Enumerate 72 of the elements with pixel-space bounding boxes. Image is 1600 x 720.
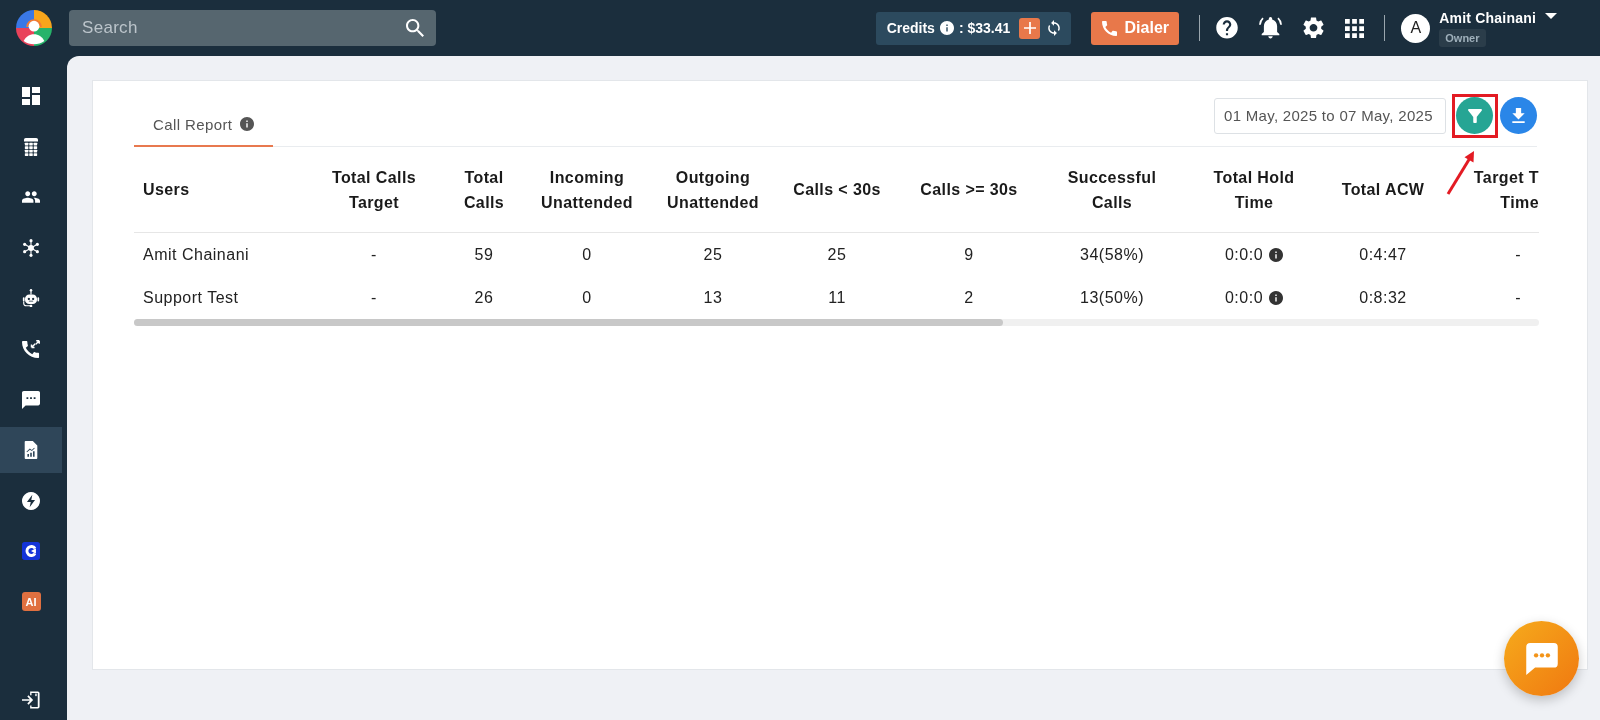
phone-keypad-icon <box>22 137 40 156</box>
column-header: Target T Time <box>1472 167 1539 213</box>
search-field[interactable]: Search <box>69 10 436 46</box>
column-header: Incoming Unattended <box>540 167 634 213</box>
table-cell: - <box>1515 288 1521 307</box>
robot-icon <box>22 289 40 308</box>
phone-icon <box>1101 20 1117 36</box>
download-button[interactable] <box>1500 97 1537 134</box>
add-credits-button[interactable] <box>1019 17 1041 39</box>
credits-amount: : $33.41 <box>958 20 1011 36</box>
table-cell: 13 <box>703 288 723 307</box>
table-cell: 2 <box>964 288 974 307</box>
column-header: Total Calls Target <box>330 167 418 213</box>
info-icon[interactable] <box>1269 290 1284 305</box>
table-cell: 26 <box>474 288 494 307</box>
table-cell: 9 <box>964 245 974 264</box>
column-header: Total ACW <box>1341 180 1425 200</box>
help-icon[interactable] <box>1216 17 1239 39</box>
horizontal-scrollbar[interactable] <box>134 319 1539 326</box>
table-cell: Support Test <box>143 288 239 307</box>
report-icon <box>22 441 40 460</box>
bell-icon[interactable] <box>1259 17 1283 39</box>
table-cell: 0 <box>582 288 592 307</box>
table-cell: 25 <box>703 245 723 264</box>
dashboard-icon <box>22 87 40 105</box>
info-icon <box>939 21 954 35</box>
plus-icon <box>1023 22 1036 34</box>
info-icon[interactable] <box>1269 247 1284 262</box>
download-icon <box>1512 108 1525 123</box>
chat-icon <box>22 390 40 409</box>
table-cell: 59 <box>474 245 494 264</box>
column-header: Calls >= 30s <box>920 180 1018 200</box>
table-cell: Amit Chainani <box>143 245 250 264</box>
refresh-icon[interactable] <box>1048 20 1061 36</box>
table-cell: 34(58%) <box>1080 245 1144 264</box>
sidebar-item[interactable] <box>0 427 62 474</box>
table-cell: 13(50%) <box>1080 288 1144 307</box>
table-cell: - <box>371 288 377 307</box>
report-tab[interactable]: Call Report <box>134 103 274 147</box>
table-cell: 0:0:0 <box>1224 288 1264 307</box>
table-cell: - <box>1515 245 1521 264</box>
caret-icon[interactable] <box>1545 13 1557 19</box>
column-header: Outgoing Unattended <box>666 167 760 213</box>
table-cell: 0:4:47 <box>1359 245 1407 264</box>
table-cell: 0:8:32 <box>1359 288 1407 307</box>
settings-icon[interactable] <box>1303 17 1325 39</box>
search-icon[interactable] <box>406 19 424 37</box>
role-badge: Owner <box>1439 28 1486 47</box>
table-cell: 11 <box>828 288 846 307</box>
c-logo-icon <box>22 542 40 561</box>
table-cell: 0 <box>582 245 592 264</box>
network-icon <box>22 238 40 257</box>
user-name: Amit Chainani <box>1439 9 1536 26</box>
credits-label: Credits <box>886 20 935 36</box>
column-header: Calls < 30s <box>793 180 881 200</box>
phone-arrows-icon <box>22 339 40 358</box>
chat-bubble-icon <box>1525 642 1558 675</box>
column-header: Users <box>143 180 190 200</box>
logo-icon[interactable] <box>15 10 52 46</box>
apps-grid-icon[interactable] <box>1345 18 1365 38</box>
lightning-icon <box>22 491 40 510</box>
table-cell: 25 <box>827 245 847 264</box>
column-header: Total Hold Time <box>1212 167 1296 213</box>
scrollbar-thumb[interactable] <box>134 319 1003 326</box>
door-arrow-icon <box>22 691 40 709</box>
table-cell: - <box>371 245 377 264</box>
date-range-field[interactable]: 01 May, 2025 to 07 May, 2025 <box>1214 97 1446 134</box>
filter-icon <box>1467 108 1482 123</box>
column-header: Total Calls <box>462 167 506 213</box>
avatar: A <box>1401 13 1431 43</box>
table-cell: 0:0:0 <box>1224 245 1264 264</box>
column-header: Successful Calls <box>1066 167 1158 213</box>
